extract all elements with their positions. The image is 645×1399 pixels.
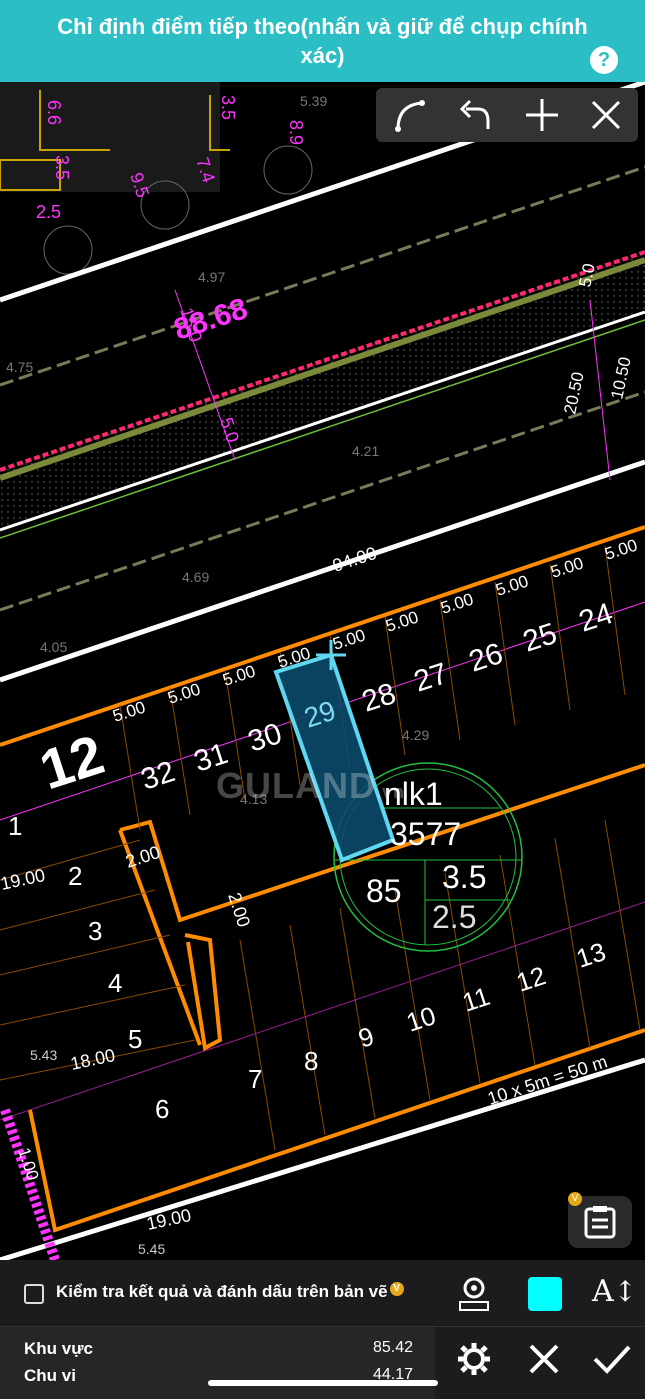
- svg-text:7: 7: [248, 1064, 262, 1094]
- svg-text:5.45: 5.45: [138, 1241, 165, 1257]
- svg-text:94.00: 94.00: [330, 543, 379, 576]
- svg-text:24: 24: [575, 597, 617, 639]
- svg-text:10: 10: [403, 1000, 440, 1037]
- svg-text:27: 27: [410, 657, 452, 699]
- cancel-tool-button[interactable]: [574, 88, 638, 142]
- result-panel: Khu vực 85.42 Chu vi 44.17: [0, 1327, 435, 1399]
- svg-text:18.00: 18.00: [69, 1045, 117, 1074]
- svg-text:20.50: 20.50: [560, 370, 587, 416]
- svg-text:25: 25: [519, 617, 561, 659]
- home-indicator: [208, 1380, 438, 1386]
- block-number: 3577: [390, 816, 461, 852]
- svg-text:2: 2: [68, 861, 82, 891]
- svg-text:13: 13: [573, 936, 610, 973]
- svg-text:3.5: 3.5: [52, 155, 72, 180]
- svg-text:19.00: 19.00: [0, 865, 47, 894]
- svg-text:5: 5: [128, 1024, 142, 1054]
- svg-text:5.39: 5.39: [300, 93, 327, 109]
- svg-text:3.5: 3.5: [442, 859, 486, 895]
- svg-text:5.00: 5.00: [220, 662, 257, 690]
- cancel-icon[interactable]: [526, 1341, 562, 1377]
- vip-badge: V: [568, 1192, 582, 1206]
- cad-map-canvas[interactable]: 88.68 15.0 5.0 5.0 20.50 10.50 94.00 6.6…: [0, 82, 645, 1260]
- building-block: [0, 82, 220, 192]
- instruction-header: Chỉ định điểm tiếp theo(nhấn và giữ để c…: [0, 0, 645, 82]
- svg-text:26: 26: [465, 637, 507, 679]
- svg-text:4.21: 4.21: [352, 443, 379, 459]
- svg-text:8: 8: [304, 1046, 318, 1076]
- svg-text:8.9: 8.9: [286, 120, 306, 145]
- help-button[interactable]: ?: [590, 46, 618, 74]
- svg-text:28: 28: [358, 677, 400, 719]
- check-result-label[interactable]: Kiểm tra kết quả và đánh dấu trên bản vẽ…: [56, 1282, 404, 1302]
- close-icon: [591, 100, 621, 130]
- area-label: Khu vực: [24, 1339, 93, 1358]
- scale-note: 10 x 5m = 50 m: [485, 1051, 610, 1109]
- gear-icon[interactable]: [456, 1341, 492, 1377]
- ruler-settings-icon[interactable]: [458, 1274, 490, 1314]
- svg-text:9: 9: [355, 1021, 378, 1054]
- svg-text:4.69: 4.69: [182, 569, 209, 585]
- instruction-text: Chỉ định điểm tiếp theo(nhấn và giữ để c…: [57, 14, 588, 68]
- svg-text:2.00: 2.00: [123, 842, 163, 872]
- svg-text:3: 3: [88, 916, 102, 946]
- undo-icon: [459, 99, 490, 129]
- undo-button[interactable]: [442, 88, 506, 142]
- check-result-checkbox[interactable]: [24, 1284, 44, 1304]
- svg-text:6: 6: [155, 1094, 169, 1124]
- add-point-button[interactable]: [510, 88, 574, 142]
- svg-text:4.29: 4.29: [402, 727, 429, 743]
- svg-text:4.97: 4.97: [198, 269, 225, 285]
- color-picker[interactable]: [528, 1277, 562, 1311]
- measurement-results: Khu vực 85.42 Chu vi 44.17: [0, 1326, 645, 1399]
- curve-tool-button[interactable]: [378, 88, 442, 142]
- svg-text:2.5: 2.5: [36, 202, 61, 222]
- options-bar: Kiểm tra kết quả và đánh dấu trên bản vẽ…: [0, 1260, 645, 1326]
- cad-drawing: 88.68 15.0 5.0 5.0 20.50 10.50 94.00 6.6…: [0, 82, 645, 1260]
- svg-text:10.50: 10.50: [607, 355, 634, 401]
- svg-text:5.00: 5.00: [110, 698, 147, 726]
- plus-icon: [526, 99, 558, 131]
- clipboard-icon: [584, 1206, 616, 1239]
- block-area: 85: [366, 873, 402, 909]
- svg-text:5.00: 5.00: [165, 680, 202, 708]
- svg-text:5.43: 5.43: [30, 1047, 57, 1063]
- watermark: GULAND.vn: [216, 765, 405, 806]
- curve-icon: [395, 100, 425, 132]
- svg-text:30: 30: [244, 717, 286, 759]
- area-value: 85.42: [372, 1339, 413, 1356]
- perimeter-label: Chu vi: [24, 1366, 76, 1385]
- svg-text:4: 4: [108, 968, 122, 998]
- svg-text:3.5: 3.5: [218, 95, 238, 120]
- svg-text:4.75: 4.75: [6, 359, 33, 375]
- confirm-check-icon[interactable]: [592, 1341, 632, 1377]
- svg-text:19.00: 19.00: [145, 1205, 193, 1234]
- drawing-toolbar: [376, 88, 638, 142]
- text-size-icon[interactable]: A↕: [592, 1274, 637, 1309]
- svg-text:6.6: 6.6: [44, 100, 64, 125]
- svg-text:1: 1: [8, 811, 22, 841]
- svg-text:4.05: 4.05: [40, 639, 67, 655]
- notes-button[interactable]: V: [568, 1192, 632, 1248]
- vip-badge: V: [389, 1282, 404, 1296]
- block-label: 12: [32, 722, 111, 801]
- svg-text:2.5: 2.5: [432, 899, 476, 935]
